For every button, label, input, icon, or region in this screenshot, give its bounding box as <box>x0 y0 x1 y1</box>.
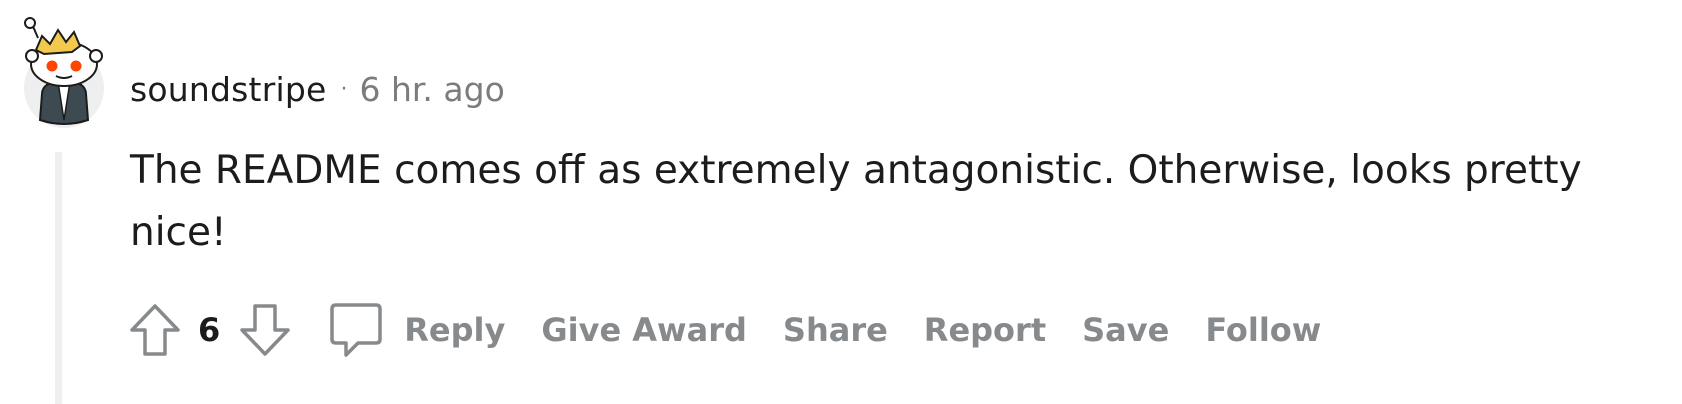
save-button[interactable]: Save <box>1082 311 1169 349</box>
upvote-arrow-icon <box>130 304 180 356</box>
comment-timestamp[interactable]: 6 hr. ago <box>359 70 504 109</box>
give-award-button[interactable]: Give Award <box>541 311 747 349</box>
thread-line[interactable] <box>55 152 62 404</box>
report-button[interactable]: Report <box>924 311 1046 349</box>
upvote-button[interactable] <box>124 298 186 362</box>
reply-button[interactable]: Reply <box>328 301 505 359</box>
meta-separator: · <box>340 76 348 102</box>
avatar[interactable] <box>20 16 108 128</box>
downvote-button[interactable] <box>234 298 296 362</box>
comment-actions: 6 Reply Give Award Share Report Save Fol… <box>124 298 1321 362</box>
comment-body: The README comes off as extremely antago… <box>130 148 1582 255</box>
follow-button[interactable]: Follow <box>1205 311 1321 349</box>
downvote-arrow-icon <box>240 304 291 356</box>
snoo-avatar-icon <box>24 17 104 128</box>
share-button[interactable]: Share <box>783 311 888 349</box>
comment: soundstripe · 6 hr. ago The README comes… <box>0 0 1682 404</box>
reply-label: Reply <box>404 311 506 349</box>
comment-meta: soundstripe · 6 hr. ago <box>130 64 505 114</box>
speech-bubble-icon <box>330 303 383 357</box>
author-name[interactable]: soundstripe <box>130 70 326 109</box>
vote-score: 6 <box>198 311 221 349</box>
